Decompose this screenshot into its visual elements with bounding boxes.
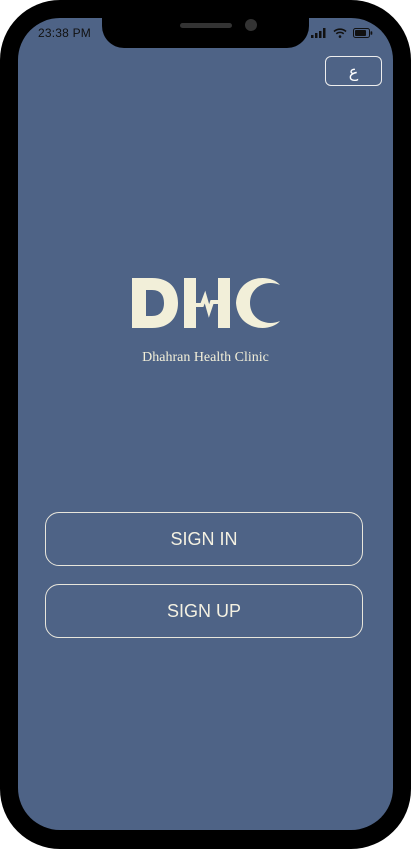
sign-up-button[interactable]: SIGN UP [45,584,363,638]
device-notch [102,18,309,48]
wifi-icon [333,28,347,38]
battery-icon [353,28,373,38]
language-toggle-button[interactable]: ع [325,56,382,86]
app-screen: 23:38 PM ع Dhahran Health Clinic SIGN IN… [18,18,393,830]
status-icons [311,27,373,39]
status-time: 23:38 PM [38,26,91,40]
front-camera [245,19,257,31]
clinic-name: Dhahran Health Clinic [142,350,269,365]
sign-in-button[interactable]: SIGN IN [45,512,363,566]
dhc-logo [130,275,282,331]
device-frame: 23:38 PM ع Dhahran Health Clinic SIGN IN… [0,0,411,849]
speaker-grille [180,23,232,28]
cellular-signal-icon [311,28,327,38]
